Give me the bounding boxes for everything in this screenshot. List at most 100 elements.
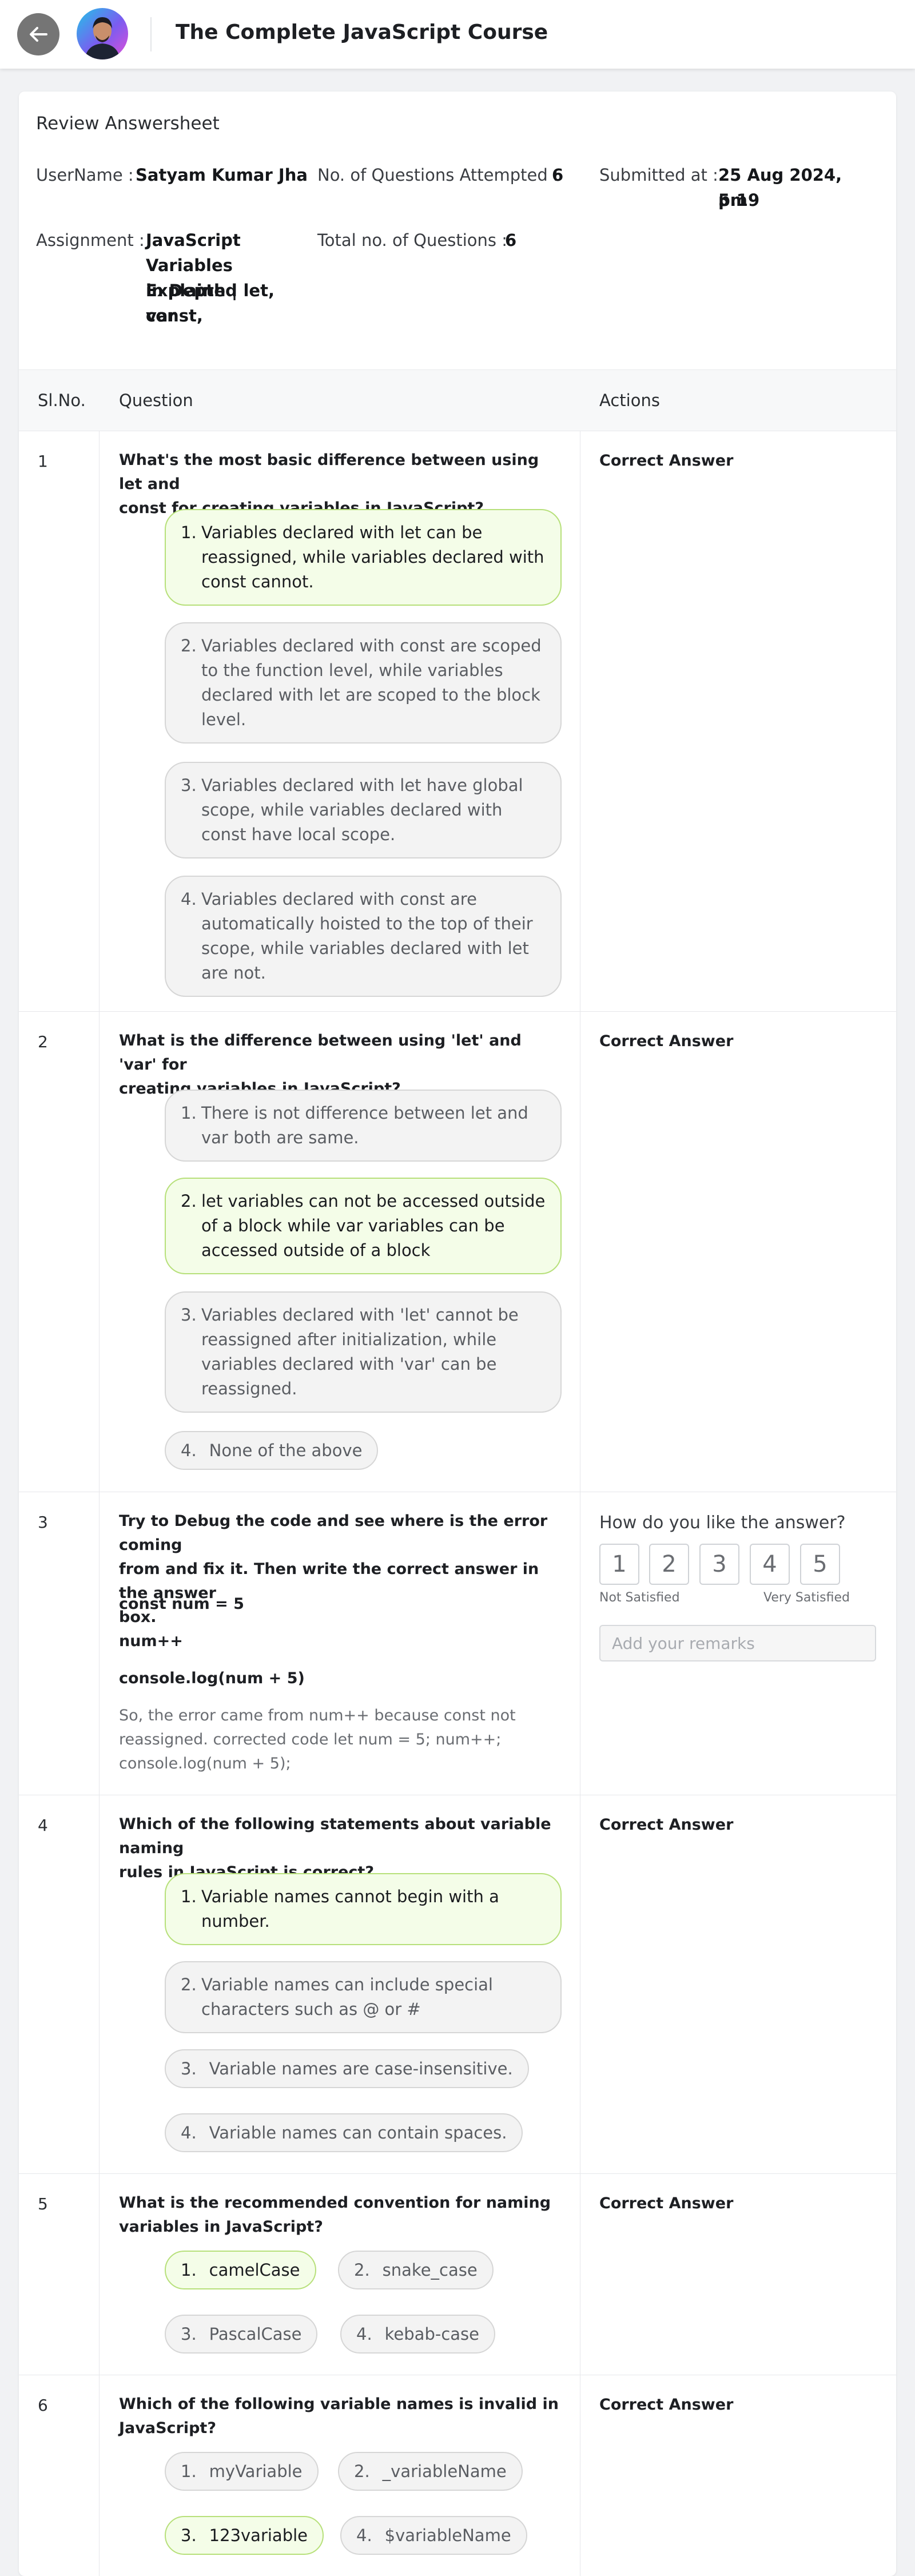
- question-line: What is the recommended convention for n…: [119, 2194, 551, 2212]
- correct-answer-label: Correct Answer: [599, 2396, 734, 2414]
- back-button[interactable]: [17, 13, 59, 55]
- top-bar: The Complete JavaScript Course: [0, 0, 915, 69]
- assignment-value-line: var: [146, 306, 176, 325]
- option-correct[interactable]: 1. camelCase: [165, 2251, 316, 2289]
- avatar[interactable]: [77, 8, 128, 59]
- review-answersheet-card: Review Answersheet UserName : Satyam Kum…: [19, 92, 896, 2576]
- question-line: JavaScript?: [119, 2419, 217, 2437]
- option-text: kebab-case: [384, 2324, 479, 2344]
- option-text: Variable names can include special chara…: [201, 1975, 493, 2019]
- option-number: 4.: [356, 2526, 372, 2545]
- option-text: Variables declared with 'let' cannot be …: [201, 1305, 519, 1398]
- table-row: 3 Try to Debug the code and see where is…: [19, 1492, 896, 1795]
- option-number: 1.: [181, 2260, 197, 2280]
- option[interactable]: 2. Variables declared with const are sco…: [165, 622, 562, 744]
- option-correct[interactable]: 1. Variables declared with let can be re…: [165, 509, 562, 606]
- option-number: 3.: [181, 2324, 197, 2344]
- arrow-left-icon: [30, 27, 47, 42]
- option-text: Variables declared with const are scoped…: [201, 636, 542, 729]
- option-text: Variables declared with const are automa…: [201, 889, 533, 983]
- serial-number: 3: [38, 1513, 48, 1532]
- option[interactable]: 3. Variable names are case-insensitive.: [165, 2049, 529, 2088]
- option-number: 2.: [181, 1191, 197, 1211]
- option[interactable]: 4. Variables declared with const are aut…: [165, 876, 562, 997]
- option-number: 4.: [181, 889, 197, 909]
- attempted-value: 6: [552, 165, 564, 185]
- option-number: 3.: [181, 2526, 197, 2545]
- card-title: Review Answersheet: [36, 113, 220, 134]
- option-text: Variable names cannot begin with a numbe…: [201, 1887, 499, 1931]
- option-number: 1.: [181, 2462, 197, 2481]
- option-number: 4.: [181, 2123, 197, 2142]
- submitted-value-line2: pm: [718, 190, 747, 210]
- answer-line: So, the error came from num++ because co…: [119, 1707, 516, 1724]
- attempted-label: No. of Questions Attempted :: [317, 165, 559, 185]
- code-line: const num = 5: [119, 1595, 244, 1613]
- remarks-input[interactable]: [599, 1625, 876, 1661]
- question-line: Try to Debug the code and see where is t…: [119, 1512, 548, 1554]
- answer-line: reassigned. corrected code let num = 5; …: [119, 1731, 502, 1748]
- username-value: Satyam Kumar Jha: [136, 165, 308, 185]
- option[interactable]: 1. myVariable: [165, 2452, 319, 2491]
- option[interactable]: 1. There is not difference between let a…: [165, 1090, 562, 1162]
- question-line: What's the most basic difference between…: [119, 451, 539, 493]
- question-line: What is the difference between using 'le…: [119, 1032, 522, 1074]
- option[interactable]: 4. kebab-case: [340, 2315, 495, 2354]
- question-line: Which of the following variable names is…: [119, 2395, 559, 2413]
- option-text: Variable names are case-insensitive.: [209, 2059, 513, 2078]
- option-correct[interactable]: 1. Variable names cannot begin with a nu…: [165, 1873, 562, 1945]
- option[interactable]: 4. Variable names can contain spaces.: [165, 2113, 523, 2152]
- rating-high-caption: Very Satisfied: [763, 1591, 850, 1605]
- assignment-value-line: JavaScript: [146, 230, 241, 250]
- serial-number: 6: [38, 2396, 48, 2415]
- option-correct[interactable]: 3. 123variable: [165, 2516, 324, 2555]
- question-line: variables in JavaScript?: [119, 2218, 323, 2236]
- rating-option-1[interactable]: 1: [599, 1544, 639, 1585]
- option-number: 1.: [181, 1103, 197, 1123]
- table-row: 5 What is the recommended convention for…: [19, 2174, 896, 2375]
- assignment-field: Assignment : JavaScript Variables Explai…: [36, 228, 311, 331]
- option-correct[interactable]: 2. let variables can not be accessed out…: [165, 1178, 562, 1274]
- option[interactable]: 3. Variables declared with 'let' cannot …: [165, 1291, 562, 1413]
- serial-number: 1: [38, 452, 48, 471]
- rating-option-5[interactable]: 5: [800, 1544, 840, 1585]
- option-number: 1.: [181, 1887, 197, 1906]
- option-text: myVariable: [209, 2462, 303, 2481]
- header-actions: Actions: [599, 391, 660, 410]
- code-line: num++: [119, 1632, 183, 1650]
- code-line: console.log(num + 5): [119, 1669, 305, 1687]
- option[interactable]: 2. snake_case: [338, 2251, 494, 2289]
- option-text: Variables declared with let have global …: [201, 776, 523, 844]
- option-text: Variables declared with let can be reass…: [201, 523, 544, 591]
- option[interactable]: 4. None of the above: [165, 1431, 379, 1470]
- assignment-label: Assignment :: [36, 230, 145, 250]
- total-questions-value: 6: [505, 230, 517, 250]
- option-number: 2.: [181, 636, 197, 655]
- option-text: PascalCase: [209, 2324, 302, 2344]
- username-label: UserName :: [36, 165, 134, 185]
- option[interactable]: 2. _variableName: [338, 2452, 523, 2491]
- table-row: 1 What's the most basic difference betwe…: [19, 431, 896, 1012]
- header-slno: Sl.No.: [38, 391, 86, 410]
- option-number: 4.: [181, 1441, 197, 1460]
- option[interactable]: 3. PascalCase: [165, 2315, 318, 2354]
- table-row: 2 What is the difference between using '…: [19, 1012, 896, 1492]
- option-number: 3.: [181, 776, 197, 795]
- option[interactable]: 2. Variable names can include special ch…: [165, 1961, 562, 2033]
- option-number: 2.: [181, 1975, 197, 1994]
- table-row: 4 Which of the following statements abou…: [19, 1795, 896, 2174]
- option-number: 2.: [354, 2462, 370, 2481]
- person-avatar-image: [85, 17, 120, 59]
- header-divider: [150, 17, 152, 51]
- option[interactable]: 3. Variables declared with let have glob…: [165, 762, 562, 858]
- option[interactable]: 4. $variableName: [340, 2516, 527, 2555]
- header-question: Question: [119, 391, 193, 410]
- option-text: None of the above: [209, 1441, 363, 1460]
- option-text: $variableName: [384, 2526, 511, 2545]
- rating-option-2[interactable]: 2: [649, 1544, 689, 1585]
- rating-option-4[interactable]: 4: [750, 1544, 790, 1585]
- submitted-answer: So, the error came from num++ because co…: [119, 1704, 554, 1776]
- serial-number: 2: [38, 1032, 48, 1051]
- rating-option-3[interactable]: 3: [699, 1544, 739, 1585]
- option-number: 3.: [181, 1305, 197, 1325]
